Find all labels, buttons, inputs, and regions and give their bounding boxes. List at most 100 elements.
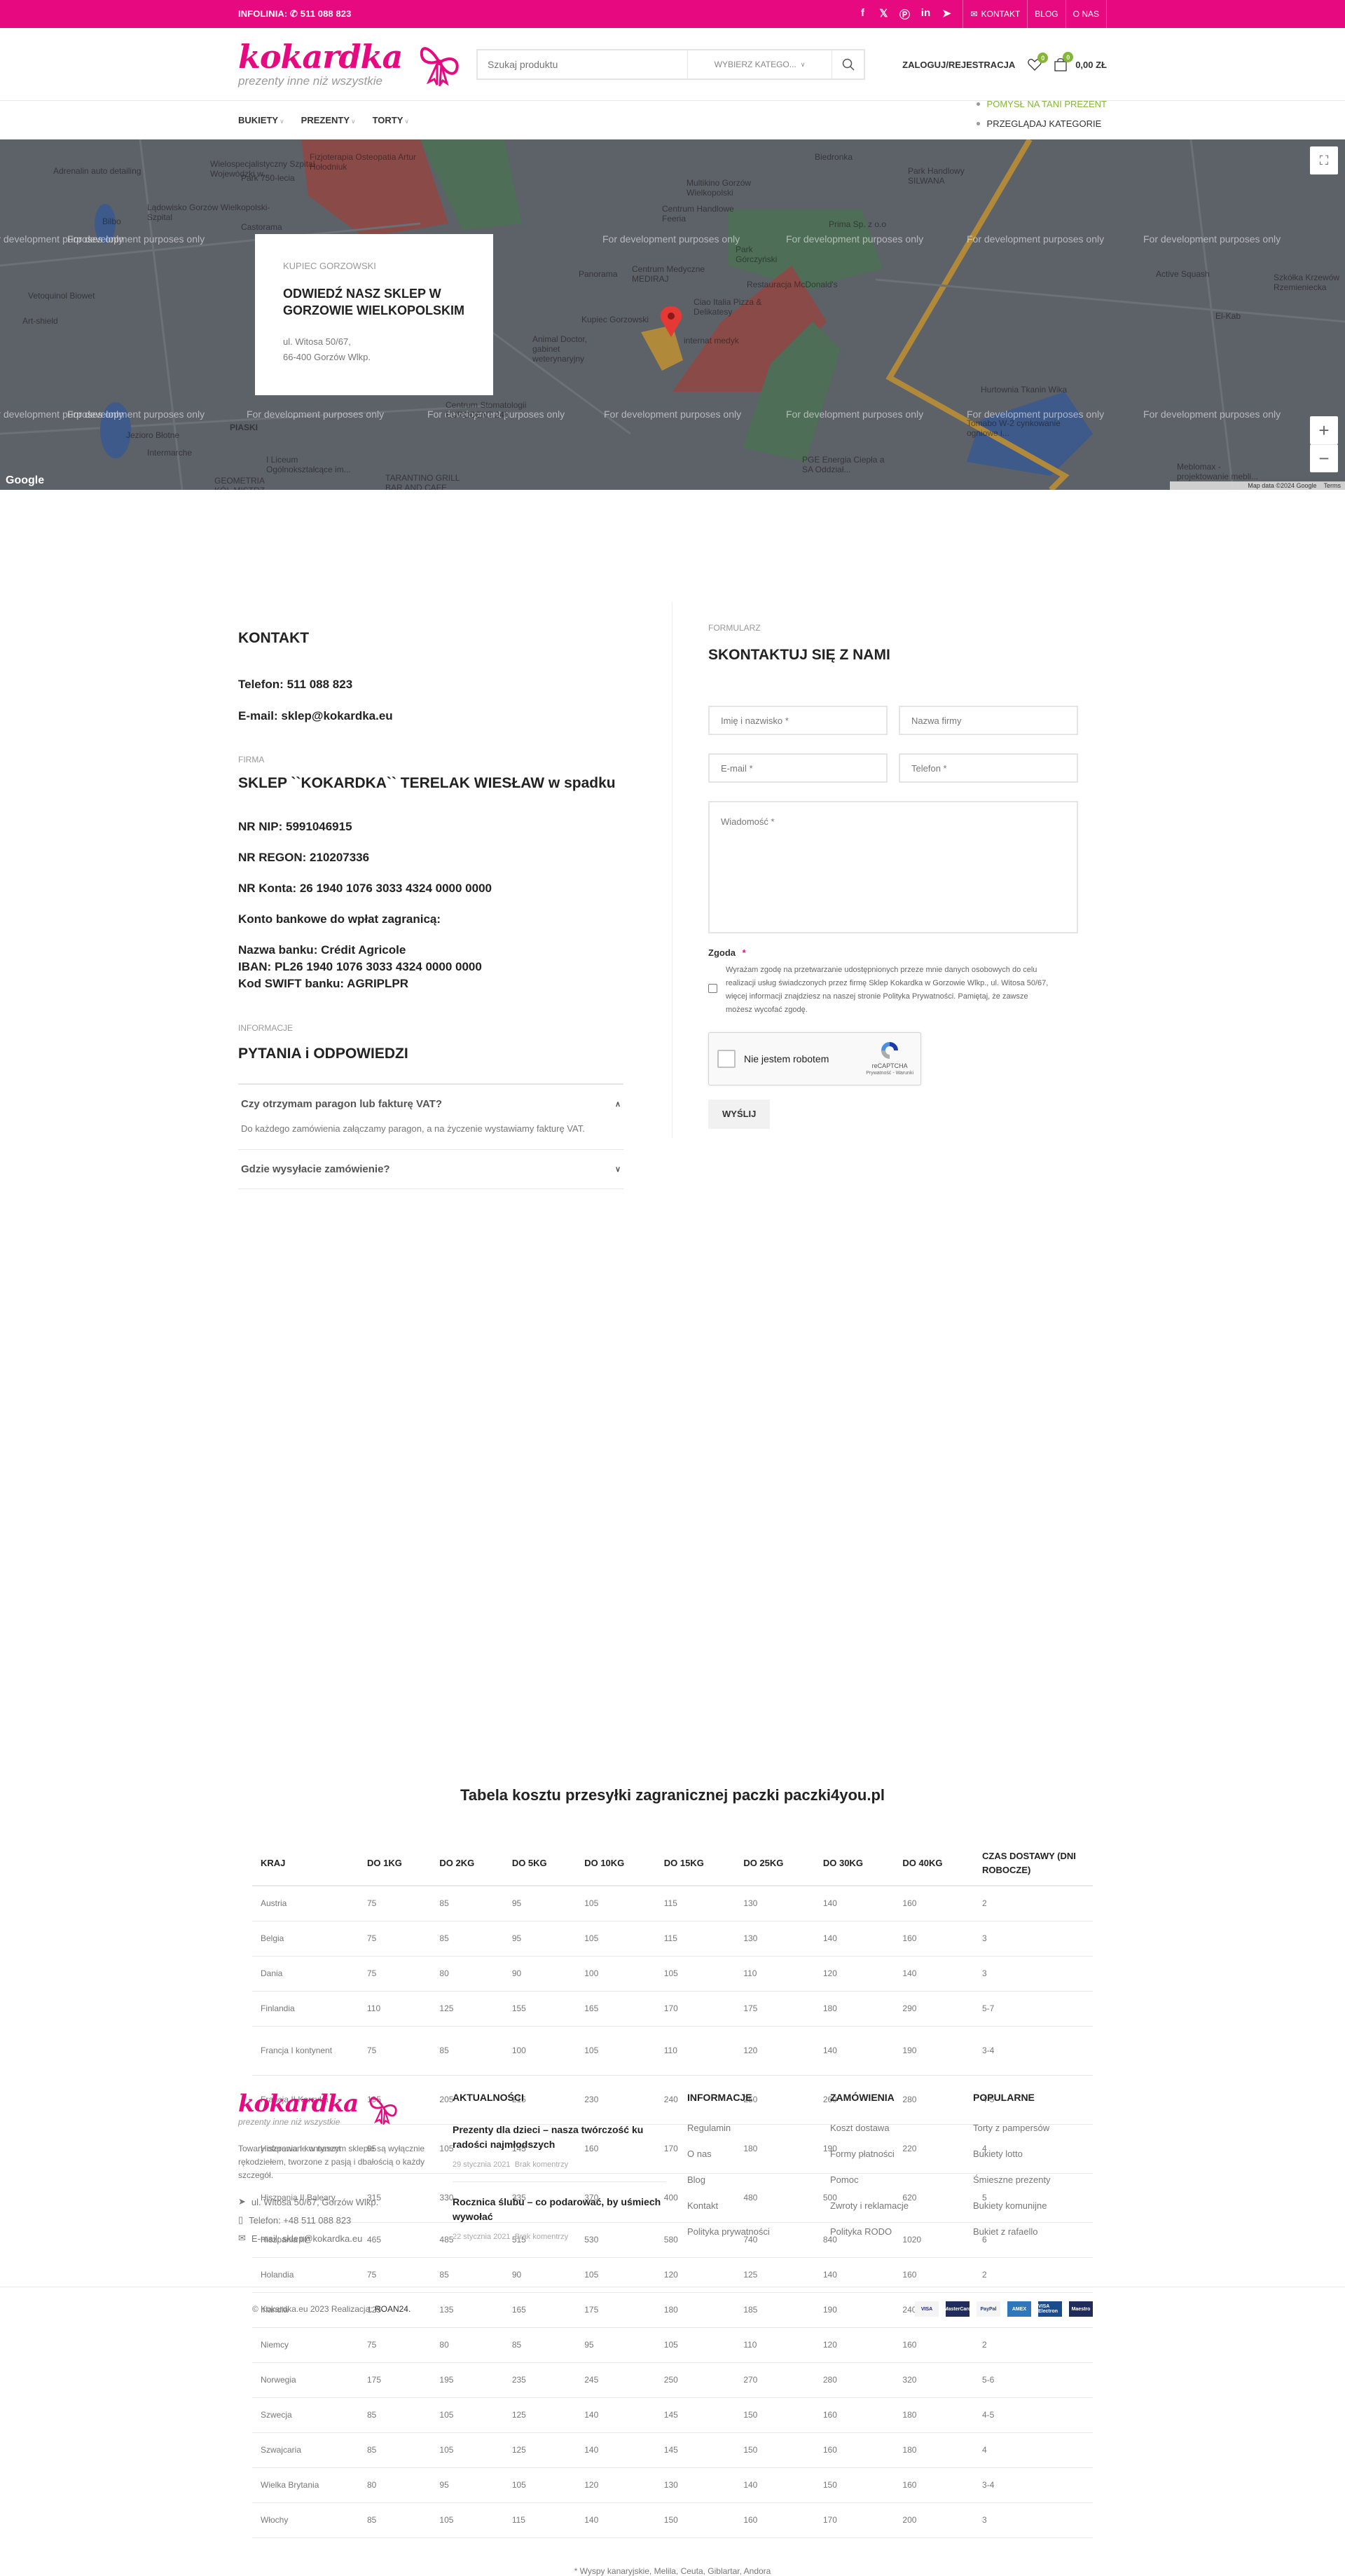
price-cell: 3-4 — [974, 2467, 1093, 2503]
footer-link[interactable]: Polityka prywatności — [687, 2226, 830, 2237]
top-link-about[interactable]: O NAS — [1065, 0, 1107, 28]
price-cell: 145 — [655, 2397, 736, 2433]
category-select[interactable]: WYBIERZ KATEGO... ∨ — [687, 50, 832, 78]
price-cell: 140 — [814, 1886, 895, 1921]
search-button[interactable] — [832, 50, 864, 78]
footer-link[interactable]: Koszt dostawa — [830, 2123, 973, 2133]
price-cell: 120 — [814, 2327, 895, 2363]
nav-item-prezenty[interactable]: PREZENTY ∨ — [301, 115, 356, 125]
table-header-cell: DO 15KG — [655, 1841, 736, 1886]
recaptcha-links[interactable]: Prywatność - Warunki — [866, 1071, 913, 1076]
telegram-icon[interactable]: ➤ — [940, 7, 953, 22]
footer-link[interactable]: Formy płatności — [830, 2149, 973, 2159]
logo[interactable]: kokardka prezenty inne niż wszystkie — [238, 41, 476, 88]
map-fullscreen-button[interactable]: ⛶ — [1310, 146, 1338, 174]
top-link-blog[interactable]: BLOG — [1027, 0, 1065, 28]
table-row: Austria 75 85 95 105 115 130 140 160 2 — [252, 1886, 1093, 1921]
chevron-down-icon: ∨ — [800, 60, 806, 68]
price-cell: 110 — [359, 1991, 432, 2027]
price-cell: 160 — [894, 2467, 974, 2503]
price-cell: 105 — [431, 2502, 504, 2538]
news-post-title[interactable]: Prezenty dla dzieci – nasza twórczość ku… — [453, 2123, 666, 2152]
news-post-title[interactable]: Rocznica ślubu – co podarować, by uśmiec… — [453, 2195, 666, 2224]
footer-link[interactable]: Torty z pampersów — [973, 2123, 1099, 2133]
footer-link[interactable]: Bukiet z rafaello — [973, 2226, 1099, 2237]
facebook-icon[interactable]: f — [856, 7, 869, 22]
message-field[interactable]: Wiadomość * — [708, 801, 1078, 933]
price-cell: 140 — [894, 1956, 974, 1992]
wishlist-button[interactable]: 0 — [1028, 53, 1049, 71]
x-icon[interactable]: 𝕏 — [877, 7, 890, 22]
footer-link[interactable]: Pomoc — [830, 2174, 973, 2185]
price-cell: 100 — [576, 1956, 656, 1992]
footer-link[interactable]: Kontakt — [687, 2200, 830, 2211]
faq-question[interactable]: Czy otrzymam paragon lub fakturę VAT? ∧ — [238, 1085, 623, 1123]
footer-link[interactable]: Blog — [687, 2174, 830, 2185]
price-cell: 200 — [894, 2502, 974, 2538]
pinterest-icon[interactable]: Ⓟ — [898, 7, 911, 22]
login-link[interactable]: ZALOGUJ/REJESTRACJA — [902, 60, 1015, 70]
chevron-up-icon: ∧ — [614, 1100, 621, 1109]
price-cell: 120 — [735, 2026, 815, 2076]
price-cell: 85 — [359, 2397, 432, 2433]
map-zoom-in-button[interactable]: + — [1310, 416, 1338, 444]
faq-item: Czy otrzymam paragon lub fakturę VAT? ∧ D… — [238, 1085, 623, 1150]
price-cell: 170 — [655, 1991, 736, 2027]
recaptcha-checkbox[interactable] — [717, 1050, 736, 1068]
table-header-cell: KRAJ — [252, 1841, 359, 1886]
price-cell: 4-5 — [974, 2397, 1093, 2433]
price-cell: 110 — [735, 1956, 815, 1992]
price-cell: 140 — [576, 2397, 656, 2433]
linkedin-icon[interactable]: in — [919, 7, 932, 22]
main-nav: BUKIETY ∨ PREZENTY ∨ TORTY ∨ POMYSŁ NA TANI… — [0, 99, 1345, 139]
price-cell: 125 — [503, 2397, 577, 2433]
price-cell: 140 — [814, 1921, 895, 1957]
credit-link[interactable]: ROAN24. — [375, 2304, 411, 2314]
store-map[interactable]: For development purposes only For develo… — [0, 139, 1345, 490]
price-cell: 190 — [894, 2026, 974, 2076]
price-cell: 95 — [503, 1886, 577, 1921]
name-field[interactable]: Imię i nazwisko * — [708, 706, 888, 735]
footer-link[interactable]: Zwroty i reklamacje — [830, 2200, 973, 2211]
faq-question[interactable]: Gdzie wysyłacie zamówienie? ∨ — [238, 1150, 623, 1188]
footer-link[interactable]: Regulamin — [687, 2123, 830, 2133]
submit-button[interactable]: WYŚLIJ — [708, 1099, 771, 1129]
footer-link[interactable]: Bukiety lotto — [973, 2149, 1099, 2159]
contact-phone[interactable]: Telefon: 511 088 823 — [238, 678, 638, 692]
price-cell: 3 — [974, 1956, 1093, 1992]
email-field[interactable]: E-mail * — [708, 753, 888, 783]
phone-field[interactable]: Telefon * — [899, 753, 1078, 783]
contact-email[interactable]: E-mail: sklep@kokardka.eu — [238, 709, 638, 723]
plus-icon: + — [1318, 419, 1330, 441]
map-terms-link[interactable]: Terms — [1324, 482, 1341, 489]
news-post: Rocznica ślubu – co podarować, by uśmiec… — [453, 2195, 666, 2254]
price-cell: 75 — [359, 1956, 432, 1992]
price-cell: 85 — [431, 1886, 504, 1921]
price-cell: 160 — [894, 1886, 974, 1921]
search-input[interactable] — [478, 50, 687, 78]
nav-extra-browse-categories[interactable]: PRZEGLĄDAJ KATEGORIE — [976, 112, 1107, 135]
footer-link[interactable]: O nas — [687, 2149, 830, 2159]
table-header-cell: CZAS DOSTAWY (DNI ROBOCZE) — [974, 1841, 1093, 1886]
footer-link[interactable]: Śmieszne prezenty — [973, 2174, 1099, 2185]
price-cell: 140 — [814, 2026, 895, 2076]
consent-checkbox[interactable] — [708, 984, 717, 993]
shipping-title: Tabela kosztu przesyłki zagranicznej pac… — [460, 1786, 885, 1804]
company-field[interactable]: Nazwa firmy — [899, 706, 1078, 735]
map-zoom-out-button[interactable]: − — [1310, 444, 1338, 472]
infolinia-phone[interactable]: 511 088 823 — [301, 8, 352, 19]
top-link-contact[interactable]: ✉ KONTAKT — [963, 0, 1027, 28]
nav-item-torty[interactable]: TORTY ∨ — [373, 115, 409, 125]
footer-link[interactable]: Polityka RODO — [830, 2226, 973, 2237]
mail-icon: ✉ — [970, 9, 978, 19]
footer-logo[interactable]: kokardka — [238, 2092, 359, 2116]
price-cell: 320 — [894, 2362, 974, 2398]
cart-button[interactable]: 0 0,00 ZŁ — [1054, 52, 1107, 71]
amex-icon: AMEX — [1007, 2301, 1031, 2317]
footer-link[interactable]: Bukiety komunijne — [973, 2200, 1099, 2211]
nav-item-bukiety[interactable]: BUKIETY ∨ — [238, 115, 284, 125]
country-cell: Finlandia — [252, 1991, 359, 2027]
envelope-icon: ✉ — [238, 2233, 246, 2243]
nav-extra-cheap-gift[interactable]: POMYSŁ NA TANI PREZENT — [976, 95, 1107, 112]
paypal-icon: PayPal — [977, 2301, 1000, 2317]
